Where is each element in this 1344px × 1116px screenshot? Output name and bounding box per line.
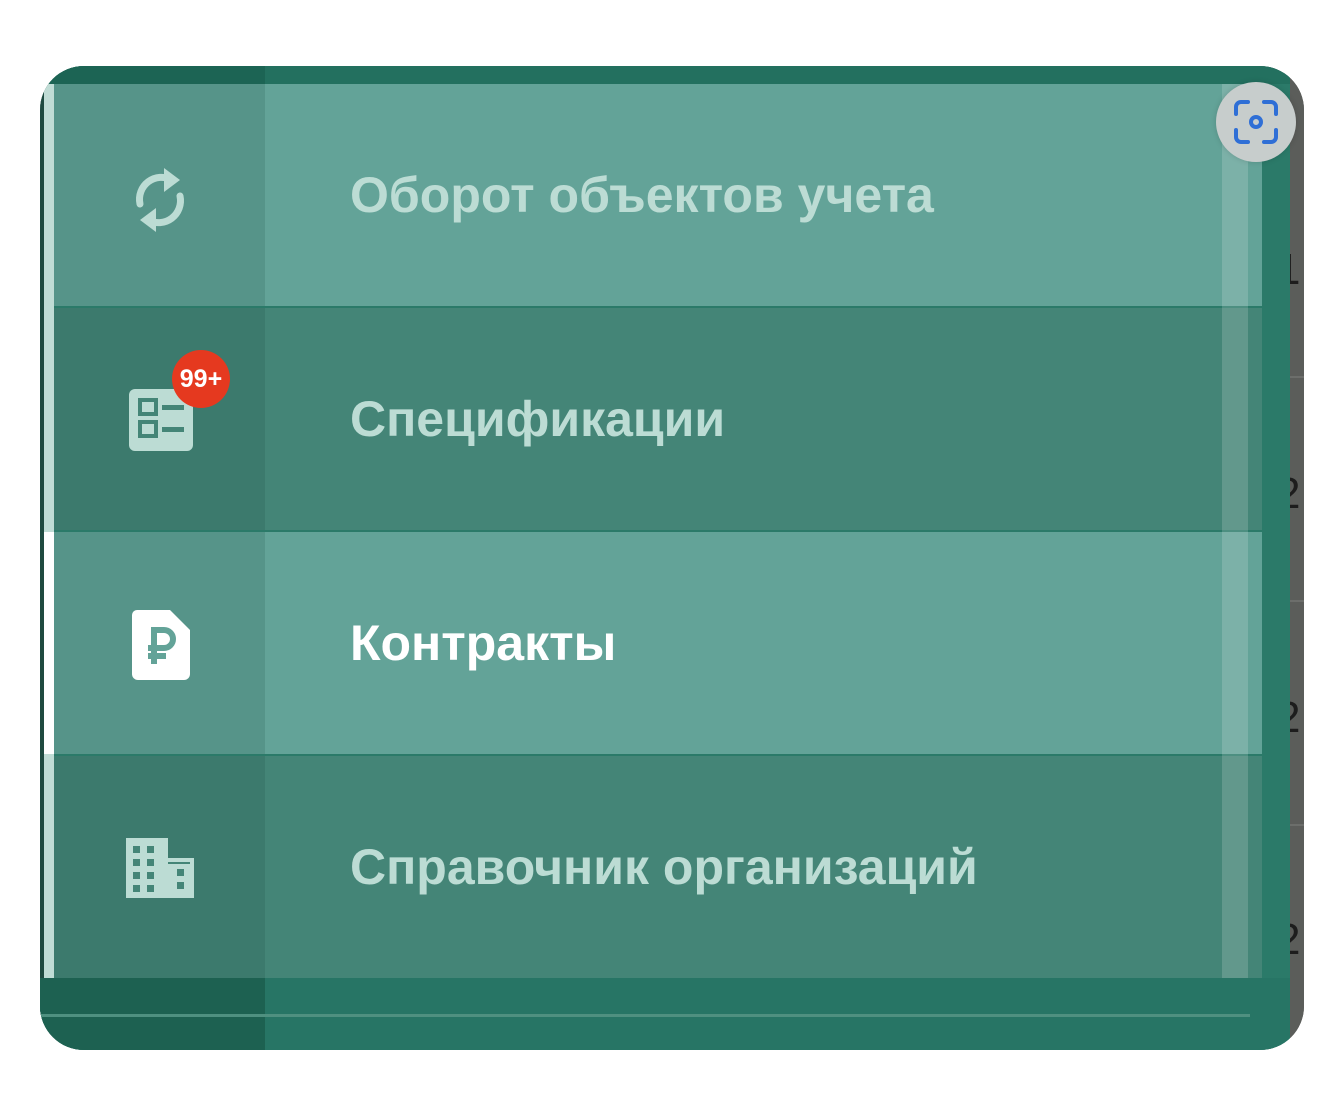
sidebar-top-strip [40, 66, 1290, 84]
menu-item-label: Спецификации [350, 391, 726, 447]
menu-item-organizations-directory[interactable]: Справочник организаций [54, 756, 1262, 978]
sidebar-menu: Оборот объектов учета Спецификации Контр… [40, 66, 1290, 1050]
menu-item-label: Оборот объектов учета [350, 167, 934, 223]
ruble-document-icon [132, 610, 190, 680]
sync-icon [136, 168, 184, 232]
building-icon [126, 838, 194, 898]
background-table [1290, 66, 1304, 1050]
scan-camera-icon [1234, 100, 1278, 144]
menu-item-accounting-turnover[interactable]: Оборот объектов учета [54, 84, 1262, 306]
menu-item-specifications[interactable]: Спецификации [54, 308, 1262, 530]
divider [40, 1014, 1250, 1017]
menu-item-contracts[interactable]: Контракты [54, 532, 1262, 754]
sidebar-footer [40, 978, 1290, 1050]
menu-item-label: Контракты [350, 615, 617, 671]
scan-button[interactable] [1216, 82, 1296, 162]
menu-item-label: Справочник организаций [350, 839, 978, 895]
app-window: 1 2 2 2 Оборот объектов учета [40, 66, 1304, 1050]
scrollbar[interactable] [1222, 84, 1248, 978]
notification-badge: 99+ [172, 350, 230, 408]
